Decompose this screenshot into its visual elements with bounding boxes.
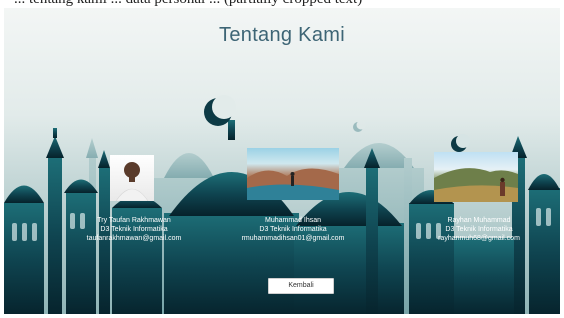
member-2-photo <box>247 148 339 200</box>
back-button[interactable]: Kembali <box>268 278 334 294</box>
member-program: D3 Teknik Informatika <box>259 226 327 233</box>
member-program: D3 Teknik Informatika <box>445 226 513 233</box>
member-card-3: Rayhan Muhammad D3 Teknik Informatika ra… <box>409 216 549 243</box>
member-3-photo <box>434 152 518 202</box>
member-name: Muhammad Ihsan <box>264 217 322 224</box>
member-name: Try Taufan Rakhmawan <box>97 217 171 224</box>
member-name: Rayhan Muhammad <box>447 217 511 224</box>
member-1-photo <box>110 155 154 201</box>
cropped-caption: ... tentang kami ... data personal ... (… <box>0 0 564 8</box>
member-email: rmuhammadihsan01@gmail.com <box>241 235 345 242</box>
crescent-moon-icon <box>353 120 366 132</box>
member-card-2: Muhammad Ihsan D3 Teknik Informatika rmu… <box>218 216 368 243</box>
member-email: rayhanmuh68@gmail.com <box>438 235 520 242</box>
page-title: Tentang Kami <box>219 24 345 46</box>
member-program: D3 Teknik Informatika <box>100 226 168 233</box>
app-screen: Tentang Kami Try Taufan Rakhmawan D3 Tek… <box>4 8 560 314</box>
member-card-1: Try Taufan Rakhmawan D3 Teknik Informati… <box>64 216 204 243</box>
crescent-moon-icon <box>451 134 470 152</box>
member-email: taufanrakhmawan@gmail.com <box>86 235 182 242</box>
caption-text: ... tentang kami ... data personal ... (… <box>14 0 362 8</box>
